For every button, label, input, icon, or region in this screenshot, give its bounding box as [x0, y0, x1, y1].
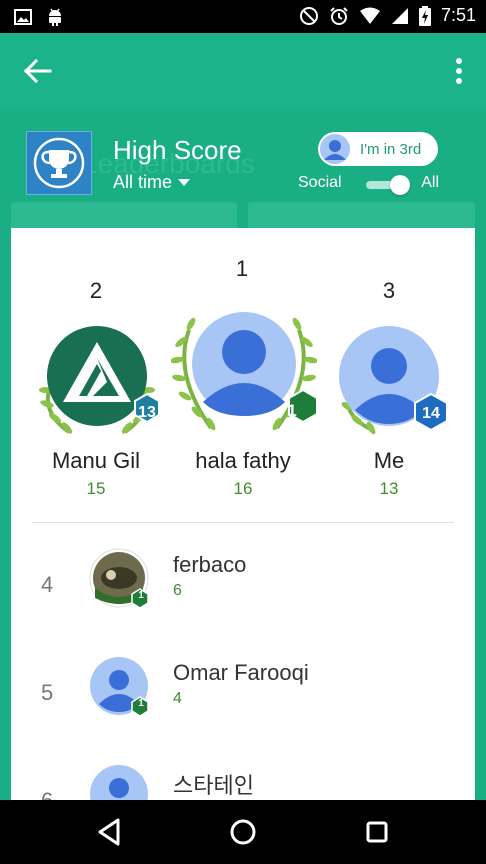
dropdown-arrow-icon: [178, 178, 191, 186]
toggle-label-social: Social: [298, 174, 342, 191]
status-time: 7:51: [440, 5, 476, 25]
row-name: 스타테인: [173, 773, 254, 798]
row-rank: 5: [41, 680, 54, 705]
status-bar: 7:51: [0, 0, 486, 33]
podium-rank-2: 2: [89, 278, 103, 303]
image-icon: [14, 9, 32, 25]
social-all-toggle-row: Social All: [298, 172, 448, 196]
person-icon: [320, 134, 350, 164]
my-rank-button[interactable]: I'm in 3rd: [318, 132, 438, 166]
leaderboard-icon: [26, 131, 92, 195]
player-avatar: [90, 765, 148, 800]
time-filter-dropdown[interactable]: All time: [113, 172, 191, 193]
podium-rank-1: 1: [235, 256, 249, 281]
android-icon: [49, 8, 61, 26]
my-rank-label: I'm in 3rd: [360, 140, 422, 158]
dnd-icon: [299, 6, 318, 25]
row-level: 1: [138, 590, 144, 601]
time-filter-label: All time: [113, 172, 173, 192]
arrow-back-icon[interactable]: [22, 57, 54, 85]
row-name: Omar Farooqi: [173, 660, 309, 685]
signal-icon: [391, 7, 408, 24]
battery-charging-icon: [418, 5, 431, 26]
podium-name-3: Me: [373, 448, 405, 473]
podium-level-1: 1: [287, 401, 297, 420]
more-vert-icon[interactable]: [452, 57, 466, 85]
nav-home-icon[interactable]: [225, 816, 261, 848]
row-score: 6: [173, 582, 182, 599]
podium-level-3: 14: [422, 405, 440, 422]
podium-name-2: Manu Gil: [51, 448, 141, 473]
row-score: 4: [173, 690, 182, 707]
system-nav-bar: [0, 800, 486, 864]
toggle-label-all: All: [421, 174, 439, 191]
row-rank: 4: [41, 572, 54, 597]
podium-avatar-2[interactable]: [35, 324, 159, 440]
row-name: ferbaco: [173, 552, 247, 577]
leaderboard-header: High Score All time I'm in 3rd Social Al…: [0, 109, 486, 229]
podium-name-1: hala fathy: [195, 448, 291, 473]
wifi-icon: [359, 7, 380, 24]
nav-back-icon[interactable]: [92, 816, 128, 848]
podium-rank-3: 3: [382, 278, 396, 303]
leaderboard-row[interactable]: 4 1 ferbaco 6: [11, 548, 475, 648]
podium-score-3: 13: [379, 479, 399, 498]
trophy-icon: [33, 137, 85, 189]
podium-divider: [32, 522, 454, 523]
podium-score-2: 15: [86, 479, 106, 498]
leaderboard-row[interactable]: 6 스타테인: [11, 764, 475, 800]
my-avatar: [320, 134, 350, 164]
social-all-switch[interactable]: [364, 175, 410, 195]
leaderboard-card: 2 13 Manu Gil 15 1 1 hala fathy 16 3 14 …: [11, 228, 475, 800]
row-rank: 6: [41, 788, 53, 800]
leaderboard-row[interactable]: 5 1 Omar Farooqi 4: [11, 656, 475, 756]
leaderboard-title: High Score: [113, 135, 242, 165]
podium-score-1: 16: [233, 479, 253, 498]
podium-level-2: 13: [138, 404, 156, 421]
app-bar: [0, 33, 486, 109]
row-level: 1: [138, 698, 144, 709]
alarm-icon: [330, 6, 348, 25]
nav-recents-icon[interactable]: [359, 816, 395, 848]
